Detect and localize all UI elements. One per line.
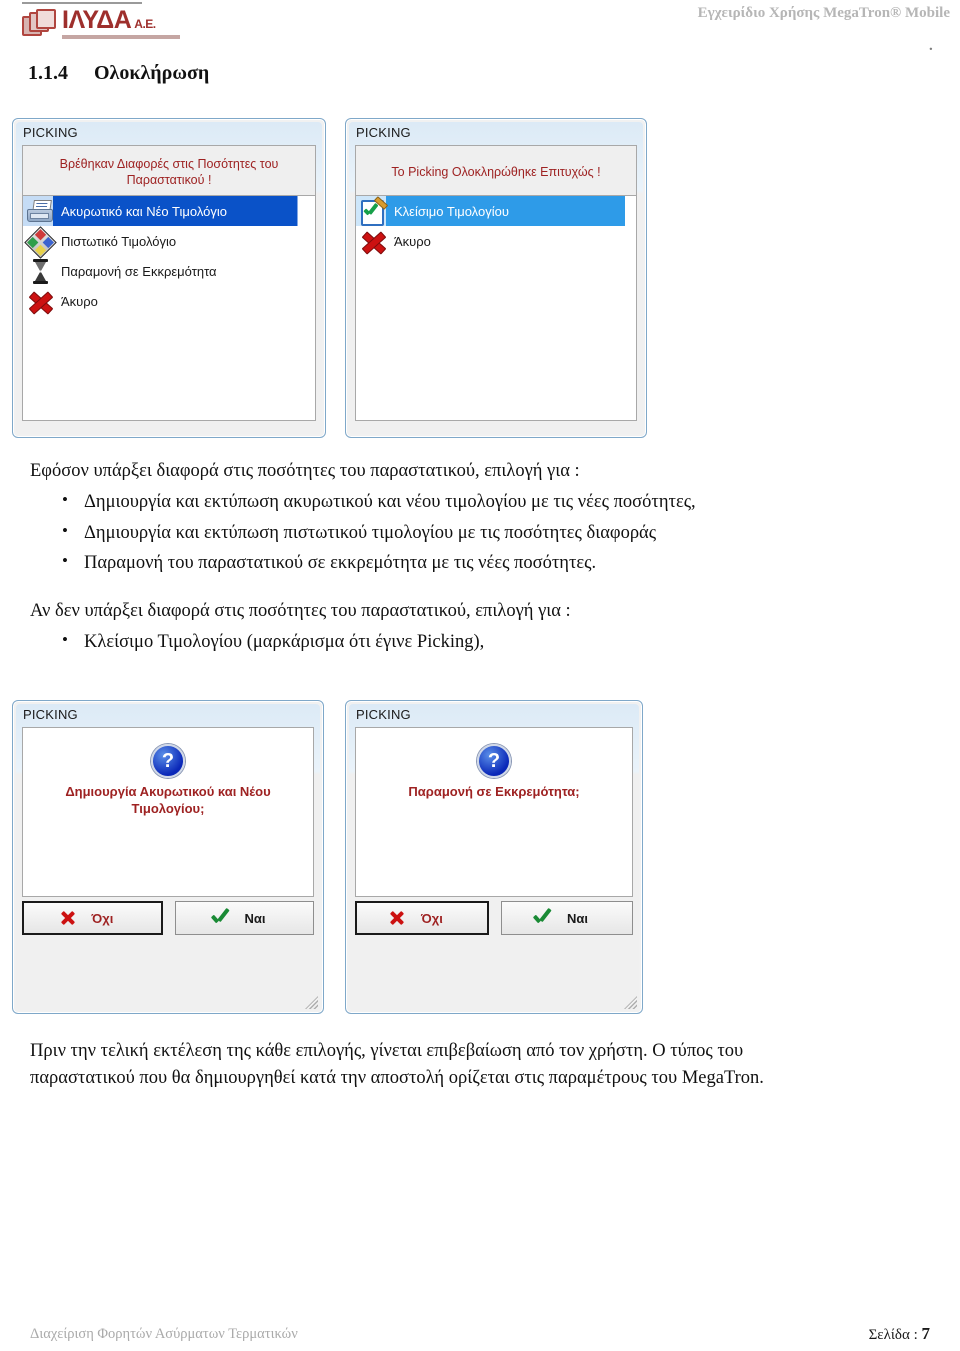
dialog-title-picking: PICKING xyxy=(23,125,78,140)
footer-page-number: 7 xyxy=(921,1324,931,1343)
dialog-title-picking: PICKING xyxy=(356,125,411,140)
section-title: Ολοκλήρωση xyxy=(94,62,210,84)
list-item-label: Κλείσιμο Τιμολογίου xyxy=(394,203,509,219)
question-mark-glyph: ? xyxy=(487,750,501,772)
yes-button-label: Ναι xyxy=(567,910,588,926)
bullet-item: Δημιουργία και εκτύπωση ακυρωτικού και ν… xyxy=(62,488,930,516)
dialog-message: Το Picking Ολοκληρώθηκε Επιτυχώς ! xyxy=(355,145,637,201)
manual-title: Εγχειρίδιο Χρήσης MegaTron® Mobile xyxy=(0,5,960,22)
dialog-option-list[interactable]: Κλείσιμο Τιμολογίου Άκυρο xyxy=(355,195,637,421)
red-x-icon xyxy=(60,910,76,926)
red-x-icon xyxy=(358,227,388,255)
list-item-label: Άκυρο xyxy=(61,293,98,309)
intro-differences: Εφόσον υπάρξει διαφορά στις ποσότητες το… xyxy=(30,461,580,481)
green-check-icon xyxy=(532,907,552,926)
closing-line-2: παραστατικού που θα δημιουργηθεί κατά τη… xyxy=(30,1067,764,1088)
section-number: 1.1.4 xyxy=(28,62,68,84)
question-mark-icon: ? xyxy=(477,744,511,778)
dialog-picking-success[interactable]: PICKING Το Picking Ολοκληρώθηκε Επιτυχώς… xyxy=(345,118,647,438)
no-button[interactable]: Όχι xyxy=(22,901,163,935)
question-mark-glyph: ? xyxy=(161,750,175,772)
dialog-option-list[interactable]: Ακυρωτικό και Νέο Τιμολόγιο Πιστωτικό Τι… xyxy=(22,195,316,421)
list-item-label: Πιστωτικό Τιμολόγιο xyxy=(61,233,177,249)
list-item-cancel[interactable]: Άκυρο xyxy=(23,286,315,316)
intro-no-differences: Αν δεν υπάρξει διαφορά στις ποσότητες το… xyxy=(30,601,571,621)
list-item-cancel-and-new-invoice[interactable]: Ακυρωτικό και Νέο Τιμολόγιο xyxy=(23,196,315,226)
list-item-cancel[interactable]: Άκυρο xyxy=(356,226,636,256)
dialog-confirm-new-invoice[interactable]: PICKING ? Δημιουργία Ακυρωτικού και Νέου… xyxy=(12,700,324,1014)
question-mark-icon: ? xyxy=(151,744,185,778)
header-corner-mark: . xyxy=(929,38,933,54)
credit-note-icon xyxy=(24,226,57,259)
dialog-confirm-pending[interactable]: PICKING ? Παραμονή σε Εκκρεμότητα; Όχι Ν… xyxy=(345,700,643,1014)
dialog-question-text: Δημιουργία Ακυρωτικού και Νέου Τιμολογίο… xyxy=(65,784,271,816)
no-button-label: Όχι xyxy=(91,910,114,926)
bullet-item: Παραμονή του παραστατικού σε εκκρεμότητα… xyxy=(62,549,930,577)
footer-left-text: Διαχείριση Φορητών Ασύρματων Τερματικών xyxy=(30,1326,298,1342)
dialog-title-picking: PICKING xyxy=(356,707,411,722)
page-header: ΙΛΥΔΑ Α.Ε. Εγχειρίδιο Χρήσης MegaTron® M… xyxy=(0,0,960,54)
no-button-label: Όχι xyxy=(421,910,443,926)
list-item-keep-pending[interactable]: Παραμονή σε Εκκρεμότητα xyxy=(23,256,315,286)
manual-title-text: Εγχειρίδιο Χρήσης MegaTron® Mobile xyxy=(697,5,950,21)
dialog-differences-found[interactable]: PICKING Βρέθηκαν Διαφορές στις Ποσότητες… xyxy=(12,118,326,438)
list-item-label: Παραμονή σε Εκκρεμότητα xyxy=(61,263,217,279)
dialog-button-row: Όχι Ναι xyxy=(22,901,314,935)
bullet-list-differences: Δημιουργία και εκτύπωση ακυρωτικού και ν… xyxy=(30,488,930,577)
red-x-icon xyxy=(25,287,55,315)
no-button[interactable]: Όχι xyxy=(355,901,489,935)
dialog-question-area: ? Δημιουργία Ακυρωτικού και Νέου Τιμολογ… xyxy=(22,727,314,897)
section-heading: 1.1.4 Ολοκλήρωση xyxy=(28,62,209,85)
bullet-item: Δημιουργία και εκτύπωση πιστωτικού τιμολ… xyxy=(62,519,930,547)
logo-underline-bar xyxy=(62,35,180,39)
bullet-list-no-differences: Κλείσιμο Τιμολογίου (μαρκάρισμα ότι έγιν… xyxy=(30,628,930,656)
dialog-title-picking: PICKING xyxy=(23,707,78,722)
paragraph-no-differences: Αν δεν υπάρξει διαφορά στις ποσότητες το… xyxy=(30,598,930,660)
closing-line-1: Πριν την τελική εκτέλεση της κάθε επιλογ… xyxy=(30,1041,744,1061)
dialog-message: Βρέθηκαν Διαφορές στις Ποσότητες του Παρ… xyxy=(22,145,316,201)
dialog-button-row: Όχι Ναι xyxy=(355,901,633,935)
check-document-icon xyxy=(358,196,389,226)
list-item-credit-invoice[interactable]: Πιστωτικό Τιμολόγιο xyxy=(23,226,315,259)
list-item-close-invoice[interactable]: Κλείσιμο Τιμολογίου xyxy=(356,196,636,226)
list-item-label: Άκυρο xyxy=(394,233,431,249)
paragraph-closing: Πριν την τελική εκτέλεση της κάθε επιλογ… xyxy=(30,1038,930,1092)
printer-icon xyxy=(25,197,55,225)
footer-page-label: Σελίδα : xyxy=(868,1327,922,1343)
dialog-question-area: ? Παραμονή σε Εκκρεμότητα; xyxy=(355,727,633,897)
hourglass-icon xyxy=(25,257,55,285)
yes-button-label: Ναι xyxy=(244,910,266,926)
footer-page-indicator: Σελίδα : 7 xyxy=(869,1324,930,1344)
dialog-question-text: Παραμονή σε Εκκρεμότητα; xyxy=(408,784,580,799)
list-item-label: Ακυρωτικό και Νέο Τιμολόγιο xyxy=(61,203,227,219)
bullet-item: Κλείσιμο Τιμολογίου (μαρκάρισμα ότι έγιν… xyxy=(62,628,930,656)
yes-button[interactable]: Ναι xyxy=(175,901,314,935)
red-x-icon xyxy=(389,910,405,926)
green-check-icon xyxy=(210,907,230,926)
paragraph-differences: Εφόσον υπάρξει διαφορά στις ποσότητες το… xyxy=(30,458,930,581)
yes-button[interactable]: Ναι xyxy=(501,901,633,935)
